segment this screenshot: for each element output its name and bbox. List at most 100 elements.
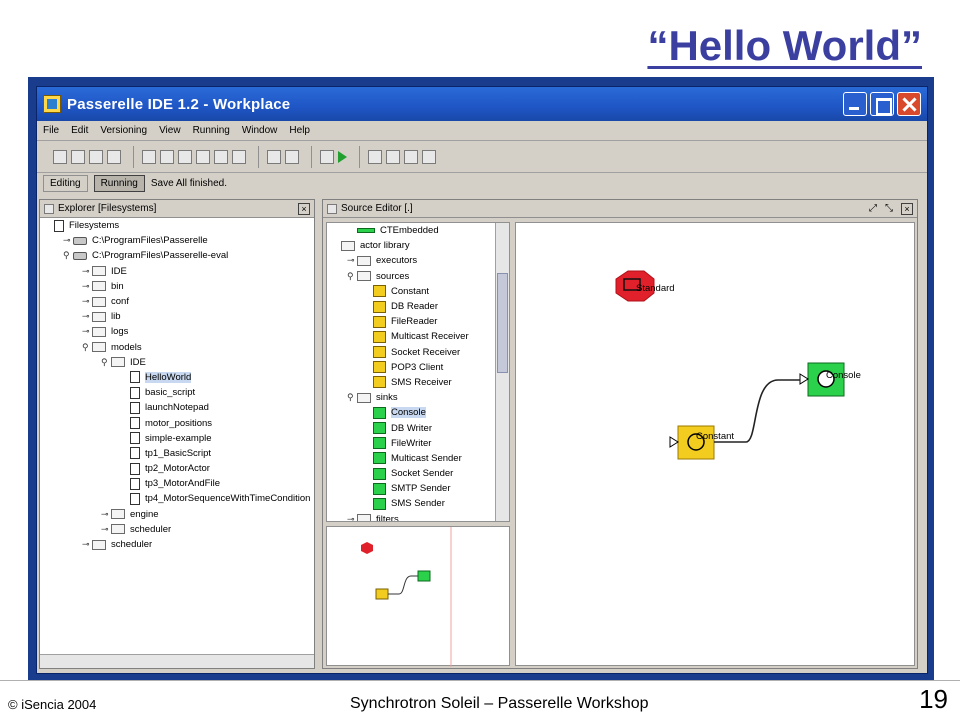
tree-item[interactable]: motor_positions (44, 415, 314, 430)
expand-toggle-icon[interactable]: ⊸ (82, 326, 92, 337)
tree-item[interactable]: ⊸ logs (44, 324, 314, 339)
tab-editing[interactable]: Editing (43, 174, 88, 192)
constant-input-port[interactable] (669, 436, 679, 448)
explorer-close-icon[interactable]: × (298, 203, 310, 215)
minimize-button[interactable] (843, 92, 867, 116)
tree-item[interactable]: ⊸ engine (44, 507, 314, 522)
maximize-pane-icon[interactable]: ⤡ (885, 203, 893, 214)
tree-item[interactable]: ⚲ C:\ProgramFiles\Passerelle-eval (44, 248, 314, 263)
library-scroll-thumb[interactable] (497, 273, 508, 373)
redo-icon[interactable] (232, 149, 246, 164)
expand-toggle-icon[interactable]: ⚲ (347, 271, 357, 282)
model-canvas[interactable]: Standard Constant Console (515, 222, 915, 666)
tab-running[interactable]: Running (93, 174, 145, 192)
delete-icon[interactable] (196, 149, 210, 164)
expand-toggle-icon[interactable]: ⚲ (82, 342, 92, 353)
tree-item[interactable]: ⊸ conf (44, 294, 314, 309)
maximize-button[interactable] (870, 92, 894, 116)
tree-item[interactable]: tp2_MotorActor (44, 461, 314, 476)
tree-item[interactable]: ⚲ IDE (44, 355, 314, 370)
copy-icon[interactable] (160, 149, 174, 164)
tree-item[interactable]: CTEmbedded (331, 223, 509, 238)
menu-running[interactable]: Running (193, 125, 230, 136)
tree-item[interactable]: POP3 Client (331, 360, 509, 375)
expand-toggle-icon[interactable]: ⊸ (82, 311, 92, 322)
tree-item[interactable]: Constant (331, 284, 509, 299)
tree-item[interactable]: Socket Receiver (331, 345, 509, 360)
tree-item[interactable]: Filesystems (44, 218, 314, 233)
find-icon[interactable] (267, 149, 281, 164)
expand-toggle-icon[interactable]: ⊸ (82, 539, 92, 550)
constant-label: Constant (696, 431, 735, 442)
tree-item[interactable]: Socket Sender (331, 466, 509, 481)
tree-item[interactable]: DB Writer (331, 420, 509, 435)
workspace-3-icon[interactable] (404, 149, 418, 164)
cut-icon[interactable] (142, 149, 156, 164)
tree-item[interactable]: ⊸ filters (331, 512, 509, 521)
library-scrollbar[interactable] (495, 223, 509, 521)
workspace-1-icon[interactable] (368, 149, 382, 164)
run-icon[interactable] (338, 150, 347, 163)
tree-item[interactable]: ⊸ scheduler (44, 522, 314, 537)
expand-toggle-icon[interactable]: ⊸ (82, 281, 92, 292)
menu-window[interactable]: Window (242, 125, 278, 136)
save-all-icon[interactable] (89, 149, 103, 164)
tree-item[interactable]: ⊸ bin (44, 279, 314, 294)
expand-toggle-icon[interactable]: ⊸ (101, 509, 111, 520)
tree-item[interactable]: HelloWorld (44, 370, 314, 385)
tree-item[interactable]: ⊸ IDE (44, 264, 314, 279)
menu-help[interactable]: Help (289, 125, 310, 136)
paste-icon[interactable] (178, 149, 192, 164)
build-icon[interactable] (320, 149, 334, 164)
tree-item[interactable]: simple-example (44, 431, 314, 446)
tree-item[interactable]: tp3_MotorAndFile (44, 476, 314, 491)
menu-edit[interactable]: Edit (71, 125, 88, 136)
expand-toggle-icon[interactable]: ⚲ (347, 392, 357, 403)
menu-versioning[interactable]: Versioning (100, 125, 147, 136)
tree-item[interactable]: ⚲ models (44, 340, 314, 355)
tree-item[interactable]: Multicast Sender (331, 451, 509, 466)
tree-item[interactable]: ⊸ scheduler (44, 537, 314, 552)
window-titlebar[interactable]: Passerelle IDE 1.2 - Workplace (37, 87, 927, 121)
tree-item[interactable]: ⚲ sinks (331, 390, 509, 405)
workspace-4-icon[interactable] (422, 149, 436, 164)
print-icon[interactable] (107, 149, 121, 164)
tree-item[interactable]: SMS Sender (331, 496, 509, 511)
menu-file[interactable]: File (43, 125, 59, 136)
explorer-hscrollbar[interactable] (40, 654, 314, 668)
goto-icon[interactable] (285, 149, 299, 164)
expand-toggle-icon[interactable]: ⊸ (63, 235, 73, 246)
expand-toggle-icon[interactable]: ⊸ (347, 255, 357, 266)
expand-toggle-icon[interactable]: ⚲ (63, 250, 73, 261)
expand-toggle-icon[interactable]: ⊸ (82, 296, 92, 307)
tree-item[interactable]: FileWriter (331, 436, 509, 451)
tree-item[interactable]: basic_script (44, 385, 314, 400)
expand-toggle-icon[interactable]: ⊸ (82, 266, 92, 277)
tree-item[interactable]: launchNotepad (44, 400, 314, 415)
tree-item[interactable]: ⊸ lib (44, 309, 314, 324)
tree-item[interactable]: SMTP Sender (331, 481, 509, 496)
expand-toggle-icon[interactable]: ⊸ (101, 524, 111, 535)
tree-item[interactable]: ⊸ executors (331, 253, 509, 268)
tree-item[interactable]: ⚲ sources (331, 269, 509, 284)
tree-item[interactable]: Multicast Receiver (331, 329, 509, 344)
tree-item[interactable]: ⊸ C:\ProgramFiles\Passerelle (44, 233, 314, 248)
tree-item[interactable]: tp4_MotorSequenceWithTimeCondition (44, 491, 314, 506)
expand-toggle-icon[interactable]: ⚲ (101, 357, 111, 368)
new-file-icon[interactable] (53, 149, 67, 164)
tree-item[interactable]: SMS Receiver (331, 375, 509, 390)
tree-item[interactable]: DB Reader (331, 299, 509, 314)
save-icon[interactable] (71, 149, 85, 164)
tree-item[interactable]: FileReader (331, 314, 509, 329)
close-button[interactable] (897, 92, 921, 116)
tree-item[interactable]: tp1_BasicScript (44, 446, 314, 461)
menu-view[interactable]: View (159, 125, 181, 136)
expand-toggle-icon[interactable]: ⊸ (347, 514, 357, 521)
undo-icon[interactable] (214, 149, 228, 164)
console-input-port[interactable] (799, 373, 809, 385)
workspace-2-icon[interactable] (386, 149, 400, 164)
source-editor-close-icon[interactable]: × (901, 203, 913, 215)
tree-item[interactable]: Console (331, 405, 509, 420)
tree-item[interactable]: actor library (331, 238, 509, 253)
undock-icon[interactable]: ⤢ (869, 203, 877, 214)
